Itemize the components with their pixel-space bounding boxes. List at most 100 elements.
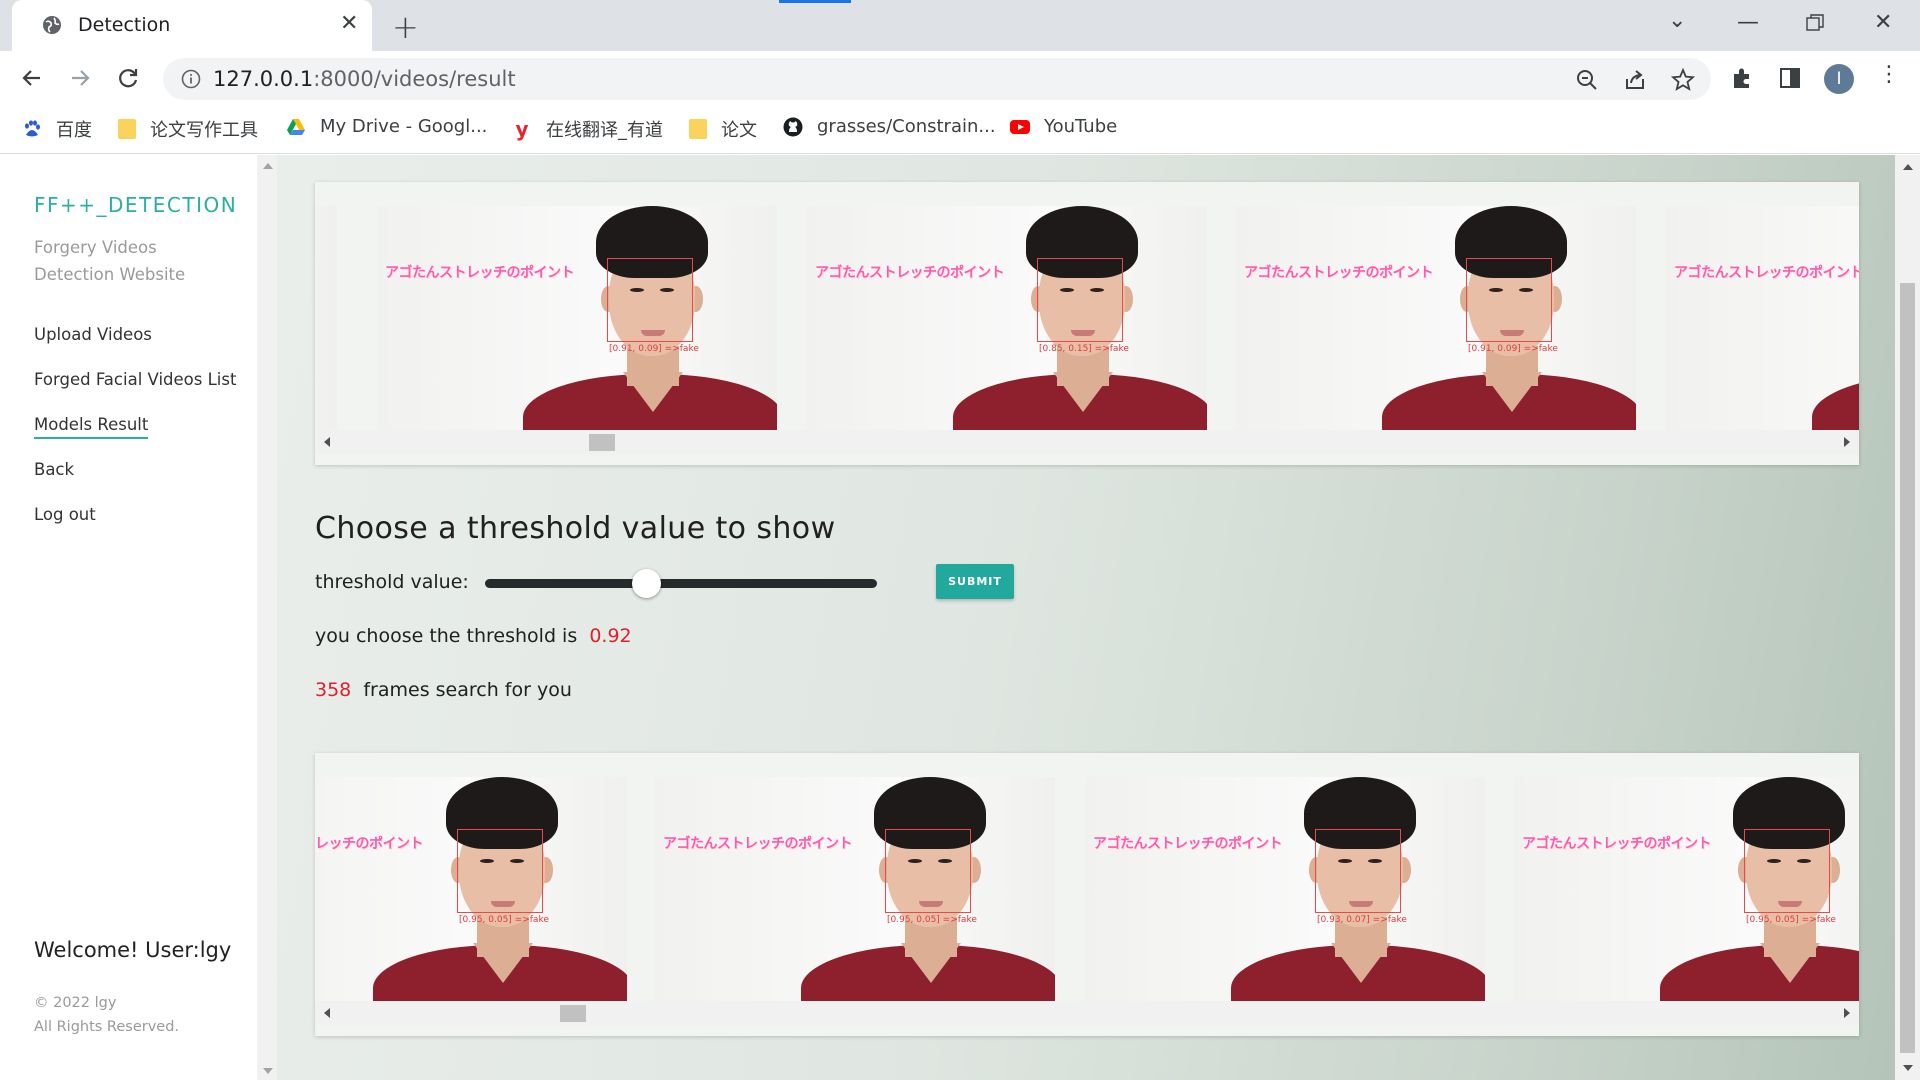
- bookmark-star-icon[interactable]: [1671, 68, 1695, 92]
- site-brand[interactable]: FF++_DETECTION: [34, 193, 237, 217]
- frame-caption: アゴたんストレッチのポイント: [815, 265, 1005, 281]
- page-scrollbar-thumb[interactable]: [1900, 283, 1915, 1053]
- youdao-icon: y: [515, 117, 529, 141]
- video-frame: レッチのポイント [0.95, 0.05] =>fake: [315, 777, 627, 1001]
- threshold-heading: Choose a threshold value to show: [315, 511, 836, 546]
- face-bounding-box: [607, 258, 693, 342]
- frames-strip: レッチのポイント [0.95, 0.05] =>fake アゴたんストレッチのポ…: [315, 753, 1859, 1001]
- profile-avatar[interactable]: I: [1824, 64, 1854, 94]
- loading-indicator: [779, 0, 851, 3]
- frame-caption: アゴたんストレッチのポイント: [1522, 836, 1712, 852]
- sidebar: FF++_DETECTION Forgery Videos Detection …: [0, 155, 257, 1080]
- nav-back[interactable]: Back: [34, 460, 74, 479]
- menu-dots-icon[interactable]: ⋮: [1878, 62, 1902, 87]
- nav-upload-videos[interactable]: Upload Videos: [34, 325, 152, 344]
- bookmark-google-drive[interactable]: My Drive - Googl...: [286, 116, 487, 137]
- scroll-down-arrow-icon[interactable]: [1903, 1065, 1913, 1071]
- scroll-up-arrow-icon[interactable]: [263, 163, 273, 169]
- scrollbar-thumb[interactable]: [588, 434, 615, 451]
- frame-caption: レッチのポイント: [315, 836, 424, 852]
- url-text: 127.0.0.1:8000/videos/result: [213, 67, 516, 91]
- prediction-label: [0.93, 0.07] =>fake: [1317, 915, 1407, 925]
- video-frame: アゴたんストレッチのポイント [0.91, 0.09] =>fake: [377, 206, 777, 430]
- new-tab-button[interactable]: +: [392, 8, 419, 46]
- slider-handle[interactable]: [631, 569, 661, 598]
- main-content: アゴたんストレッチのポイント [0.91, 0.09] =>fake アゴたんス…: [277, 155, 1895, 1080]
- bookmark-folder-papers[interactable]: 论文: [689, 116, 757, 142]
- submit-button[interactable]: SUBMIT: [936, 564, 1014, 599]
- address-bar[interactable]: 127.0.0.1:8000/videos/result: [163, 58, 1711, 100]
- frame-caption: アゴたんストレッチのポイント: [663, 836, 853, 852]
- extensions-icon[interactable]: [1730, 66, 1754, 90]
- sidebar-scrollbar[interactable]: [257, 155, 277, 1080]
- frame-partial-left: [315, 206, 337, 430]
- close-tab-icon[interactable]: ✕: [340, 11, 358, 36]
- frame-caption: アゴたんストレッチのポイント: [1674, 265, 1859, 281]
- close-window-button[interactable]: ✕: [1874, 10, 1892, 35]
- face-bounding-box: [1037, 258, 1123, 342]
- prediction-label: [0.95, 0.05] =>fake: [1746, 915, 1836, 925]
- folder-icon: [689, 119, 707, 139]
- nav-forged-facial-videos-list[interactable]: Forged Facial Videos List: [34, 370, 236, 389]
- frames-strip: アゴたんストレッチのポイント [0.91, 0.09] =>fake アゴたんス…: [315, 182, 1859, 430]
- scroll-up-arrow-icon[interactable]: [1903, 164, 1913, 170]
- chosen-threshold-text: you choose the threshold is: [315, 625, 578, 647]
- tab-title: Detection: [78, 14, 171, 36]
- prediction-label: [0.95, 0.05] =>fake: [887, 915, 977, 925]
- nav-log-out[interactable]: Log out: [34, 505, 96, 524]
- site-subtitle: Forgery Videos Detection Website: [34, 238, 186, 284]
- scroll-right-arrow-icon[interactable]: [1844, 437, 1850, 447]
- threshold-label: threshold value:: [315, 571, 469, 593]
- frame-caption: アゴたんストレッチのポイント: [1244, 265, 1434, 281]
- face-bounding-box: [1315, 829, 1401, 913]
- globe-icon: [43, 16, 61, 34]
- top-carousel-scrollbar[interactable]: [315, 430, 1859, 454]
- scroll-left-arrow-icon[interactable]: [324, 1008, 330, 1018]
- slider-track[interactable]: [485, 579, 877, 588]
- side-panel-icon[interactable]: [1778, 66, 1802, 90]
- tab-detection[interactable]: Detection ✕: [12, 0, 372, 51]
- google-drive-icon: [287, 118, 305, 135]
- threshold-slider[interactable]: [485, 569, 877, 598]
- prediction-label: [0.95, 0.05] =>fake: [459, 915, 549, 925]
- bookmark-folder-writing-tools[interactable]: 论文写作工具: [118, 116, 258, 142]
- scroll-right-arrow-icon[interactable]: [1844, 1008, 1850, 1018]
- github-icon: [783, 117, 803, 136]
- bookmark-label: My Drive - Googl...: [320, 116, 488, 137]
- top-frames-carousel: アゴたんストレッチのポイント [0.91, 0.09] =>fake アゴたんス…: [315, 182, 1859, 465]
- frames-count-line: 358 frames search for you: [315, 679, 572, 701]
- tab-search-icon[interactable]: ⌄: [1668, 8, 1686, 33]
- bookmark-baidu[interactable]: 百度: [22, 116, 92, 142]
- face-bounding-box: [885, 829, 971, 913]
- restore-button[interactable]: [1806, 14, 1824, 32]
- prediction-label: [0.91, 0.09] =>fake: [1468, 344, 1558, 354]
- share-icon[interactable]: [1623, 68, 1647, 92]
- zoom-icon[interactable]: [1575, 68, 1599, 92]
- face-bounding-box: [1466, 258, 1552, 342]
- bottom-carousel-scrollbar[interactable]: [315, 1001, 1859, 1025]
- reload-icon[interactable]: [114, 64, 142, 92]
- forward-icon[interactable]: [66, 64, 94, 92]
- bookmark-label: 在线翻译_有道: [546, 120, 663, 141]
- bookmark-youdao[interactable]: y 在线翻译_有道: [512, 116, 663, 142]
- bookmark-youtube[interactable]: YouTube: [1010, 116, 1117, 137]
- tab-strip: Detection ✕ + ⌄ — ✕: [0, 0, 1920, 51]
- video-frame: アゴたんストレッチのポイント [0.95, 0.05] =>fake: [655, 777, 1055, 1001]
- site-info-icon[interactable]: [181, 69, 201, 89]
- scroll-left-arrow-icon[interactable]: [324, 437, 330, 447]
- nav-models-result[interactable]: Models Result: [34, 415, 149, 439]
- scrollbar-thumb[interactable]: [559, 1005, 586, 1022]
- face-bounding-box: [457, 829, 543, 913]
- scroll-down-arrow-icon[interactable]: [263, 1068, 273, 1074]
- page-scrollbar[interactable]: [1895, 155, 1920, 1080]
- folder-icon: [118, 119, 136, 139]
- welcome-message: Welcome! User:lgy: [34, 938, 232, 962]
- bookmarks-bar: 百度 论文写作工具 My Drive - Googl... y 在线翻译_有道 …: [0, 105, 1920, 154]
- minimize-button[interactable]: —: [1737, 10, 1759, 35]
- back-icon[interactable]: [18, 64, 46, 92]
- bookmark-github[interactable]: grasses/Constrain...: [783, 116, 996, 137]
- frame-caption: アゴたんストレッチのポイント: [385, 265, 575, 281]
- page-content: FF++_DETECTION Forgery Videos Detection …: [0, 155, 1920, 1080]
- video-frame: アゴたんストレッチのポイント [0.91, 0.09] =>fake: [1236, 206, 1636, 430]
- browser-toolbar: 127.0.0.1:8000/videos/result I ⋮: [0, 51, 1920, 105]
